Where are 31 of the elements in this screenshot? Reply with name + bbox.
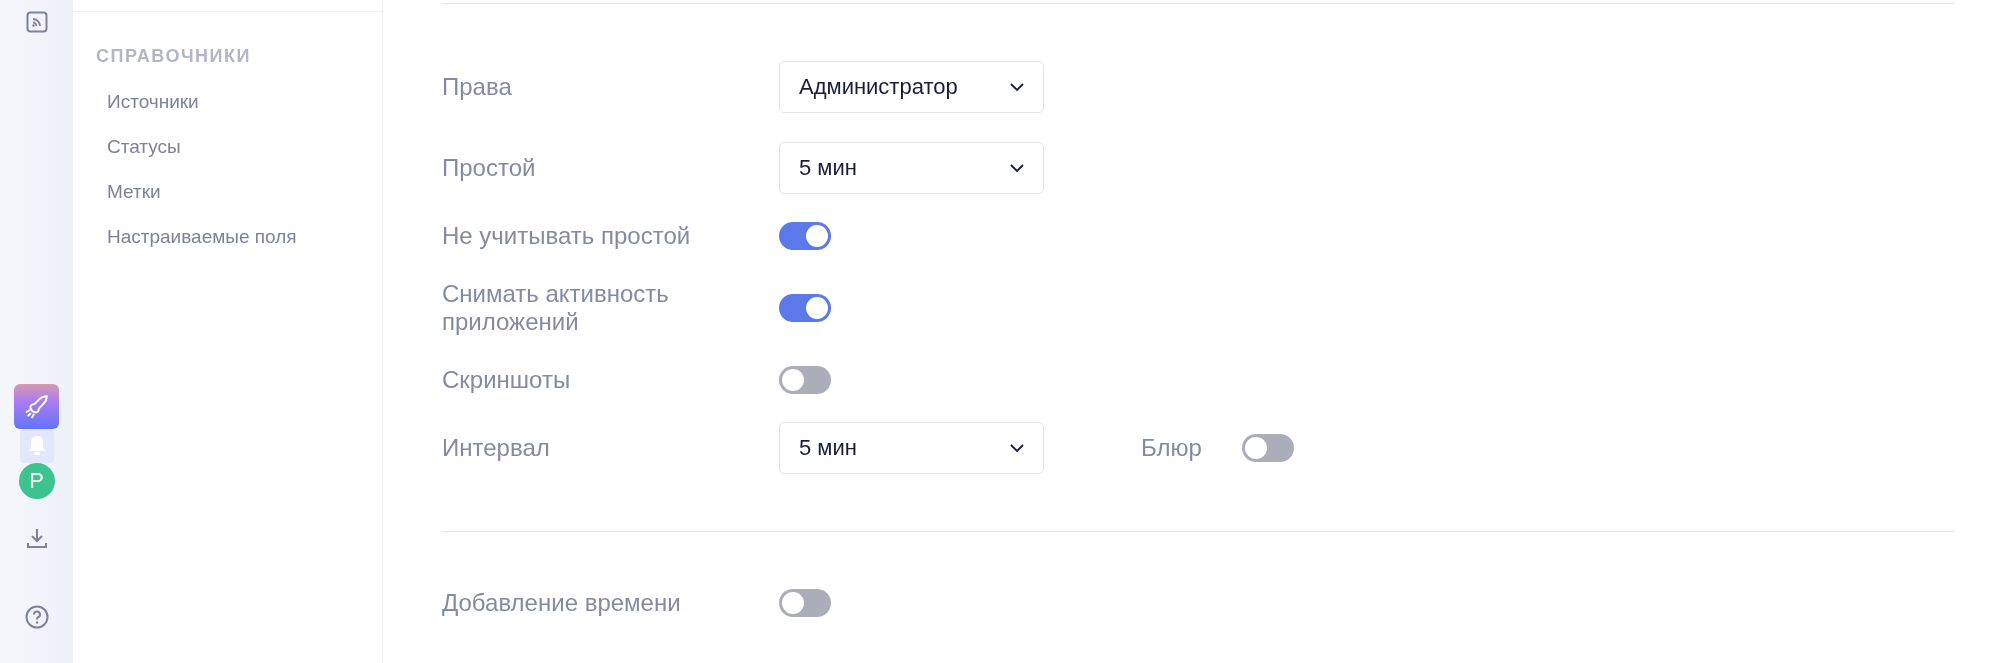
setting-label: Скриншоты [442,366,572,394]
rss-icon[interactable] [25,11,48,33]
setting-label: Права [442,73,513,101]
setting-label: Добавление времени [442,589,682,617]
avatar[interactable]: P [18,463,55,499]
toggle-switch[interactable] [1241,434,1294,462]
dropdown[interactable]: 5 мин [779,422,1044,474]
rocket-icon [23,393,50,420]
toggle-switch[interactable] [779,589,831,617]
sidebar-item[interactable]: Источники [73,79,382,124]
caret-icon [1009,163,1025,173]
sidebar-item[interactable]: Статусы [73,124,382,169]
help-icon[interactable] [24,605,49,629]
toggle-switch[interactable] [779,222,831,250]
toggle-switch[interactable] [779,294,831,322]
dropdown[interactable]: 5 мин [779,142,1044,194]
sidebar-item[interactable]: Метки [73,169,382,214]
rocket-button[interactable] [14,384,59,429]
section-heading: СПРАВОЧНИКИ [96,46,252,67]
toggle-switch[interactable] [779,366,831,394]
dropdown[interactable]: Администратор [779,61,1044,113]
sidebar-item[interactable]: Настраиваемые поля [73,214,382,259]
bell-icon [26,435,47,457]
setting-label: Простой [442,154,537,182]
caret-icon [1009,443,1025,453]
setting-label: Интервал [442,434,551,462]
caret-icon [1009,82,1025,92]
setting-label: Блюр [1140,434,1203,462]
setting-label: Снимать активность приложений [442,280,670,336]
download-icon[interactable] [25,527,48,549]
setting-label: Не учитывать простой [442,222,692,250]
